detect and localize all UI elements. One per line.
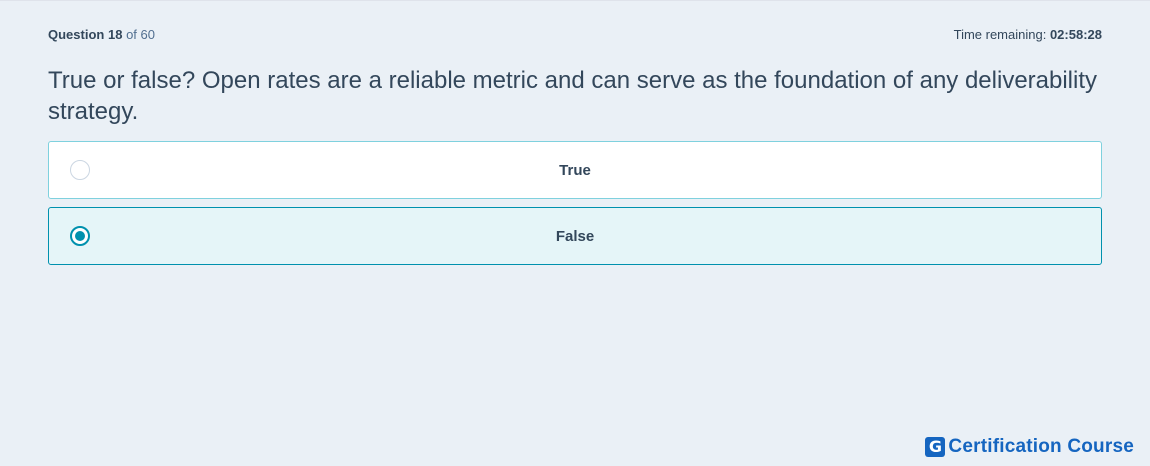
answer-option-false[interactable]: False xyxy=(48,207,1102,265)
quiz-page: Question 18 of 60 Time remaining: 02:58:… xyxy=(0,0,1150,466)
answer-option-true[interactable]: True xyxy=(48,141,1102,199)
question-text: True or false? Open rates are a reliable… xyxy=(48,67,1098,125)
question-word: Question xyxy=(48,26,105,42)
time-label: Time remaining: xyxy=(953,26,1047,42)
quiz-header: Question 18 of 60 Time remaining: 02:58:… xyxy=(48,25,1102,43)
answer-label: True xyxy=(559,161,591,179)
answer-options: True False xyxy=(48,141,1102,273)
time-remaining: Time remaining: 02:58:28 xyxy=(954,27,1102,42)
brand-text: Certification Course xyxy=(948,436,1134,457)
radio-button-unchecked[interactable] xyxy=(70,160,90,180)
brand-g-icon: G xyxy=(925,437,946,457)
question-counter: Question 18 of 60 xyxy=(48,27,155,42)
question-number: 18 xyxy=(107,26,123,42)
question-total: of 60 xyxy=(126,26,155,42)
time-value: 02:58:28 xyxy=(1049,26,1102,42)
answer-label: False xyxy=(555,227,595,245)
brand-logo: G Certification Course xyxy=(925,436,1134,458)
radio-button-checked[interactable] xyxy=(70,226,90,246)
